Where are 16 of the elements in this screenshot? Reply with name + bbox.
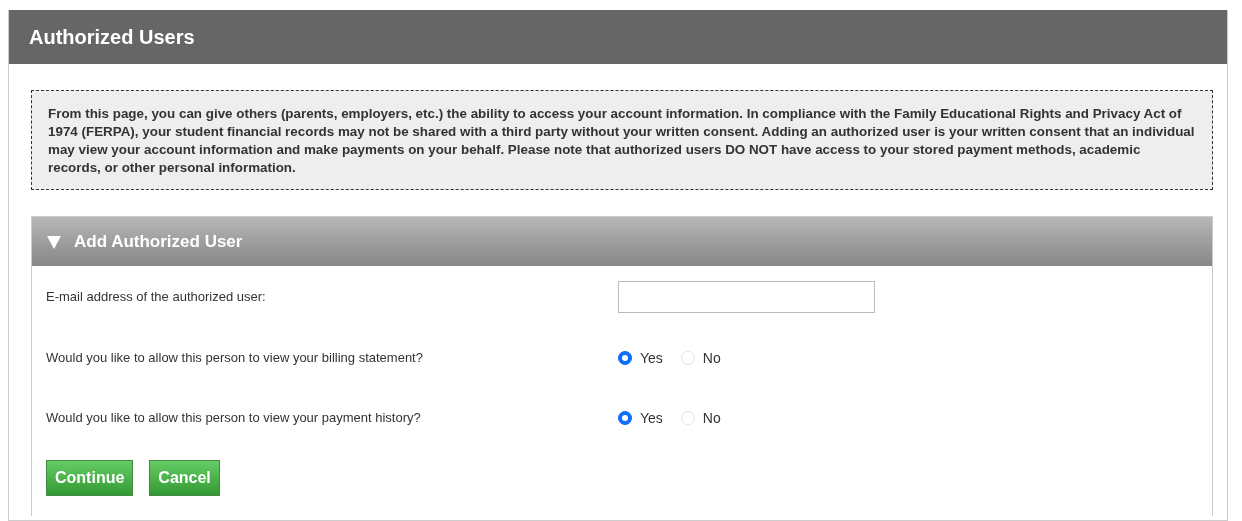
section-header[interactable]: Add Authorized User	[32, 217, 1212, 266]
field-label: Would you like to allow this person to view your payment history?	[46, 409, 422, 428]
field-label: Would you like to allow this person to view your billing statement?	[46, 349, 424, 368]
panel-title: Authorized Users	[9, 10, 1227, 64]
option-label: No	[702, 408, 721, 428]
option-label: Yes	[640, 348, 663, 368]
option-label: No	[702, 348, 721, 368]
cancel-button[interactable]: Cancel	[149, 460, 220, 496]
option-label: Yes	[640, 408, 663, 428]
radio-button[interactable]	[618, 411, 632, 425]
email-field[interactable]	[618, 281, 875, 313]
radio-button[interactable]	[618, 351, 632, 365]
section-title: Add Authorized User	[74, 230, 243, 253]
field-label: E-mail address of the authorized user:	[46, 288, 267, 307]
continue-button[interactable]: Continue	[46, 460, 134, 496]
notice-text: From this page, you can give others (parents, employers, etc.) the ability to access your account information. In compliance with the Family Educational Rights and Privacy Act of 1974 (FERPA), your student financial records may not be shared with a third party without your written consent. Adding an authorized user is your written consent that an individual may view your account information and make payments on your behalf. Please note that authorized users DO NOT have access to your stored payment methods, academic records, or other personal information.	[31, 90, 1213, 190]
